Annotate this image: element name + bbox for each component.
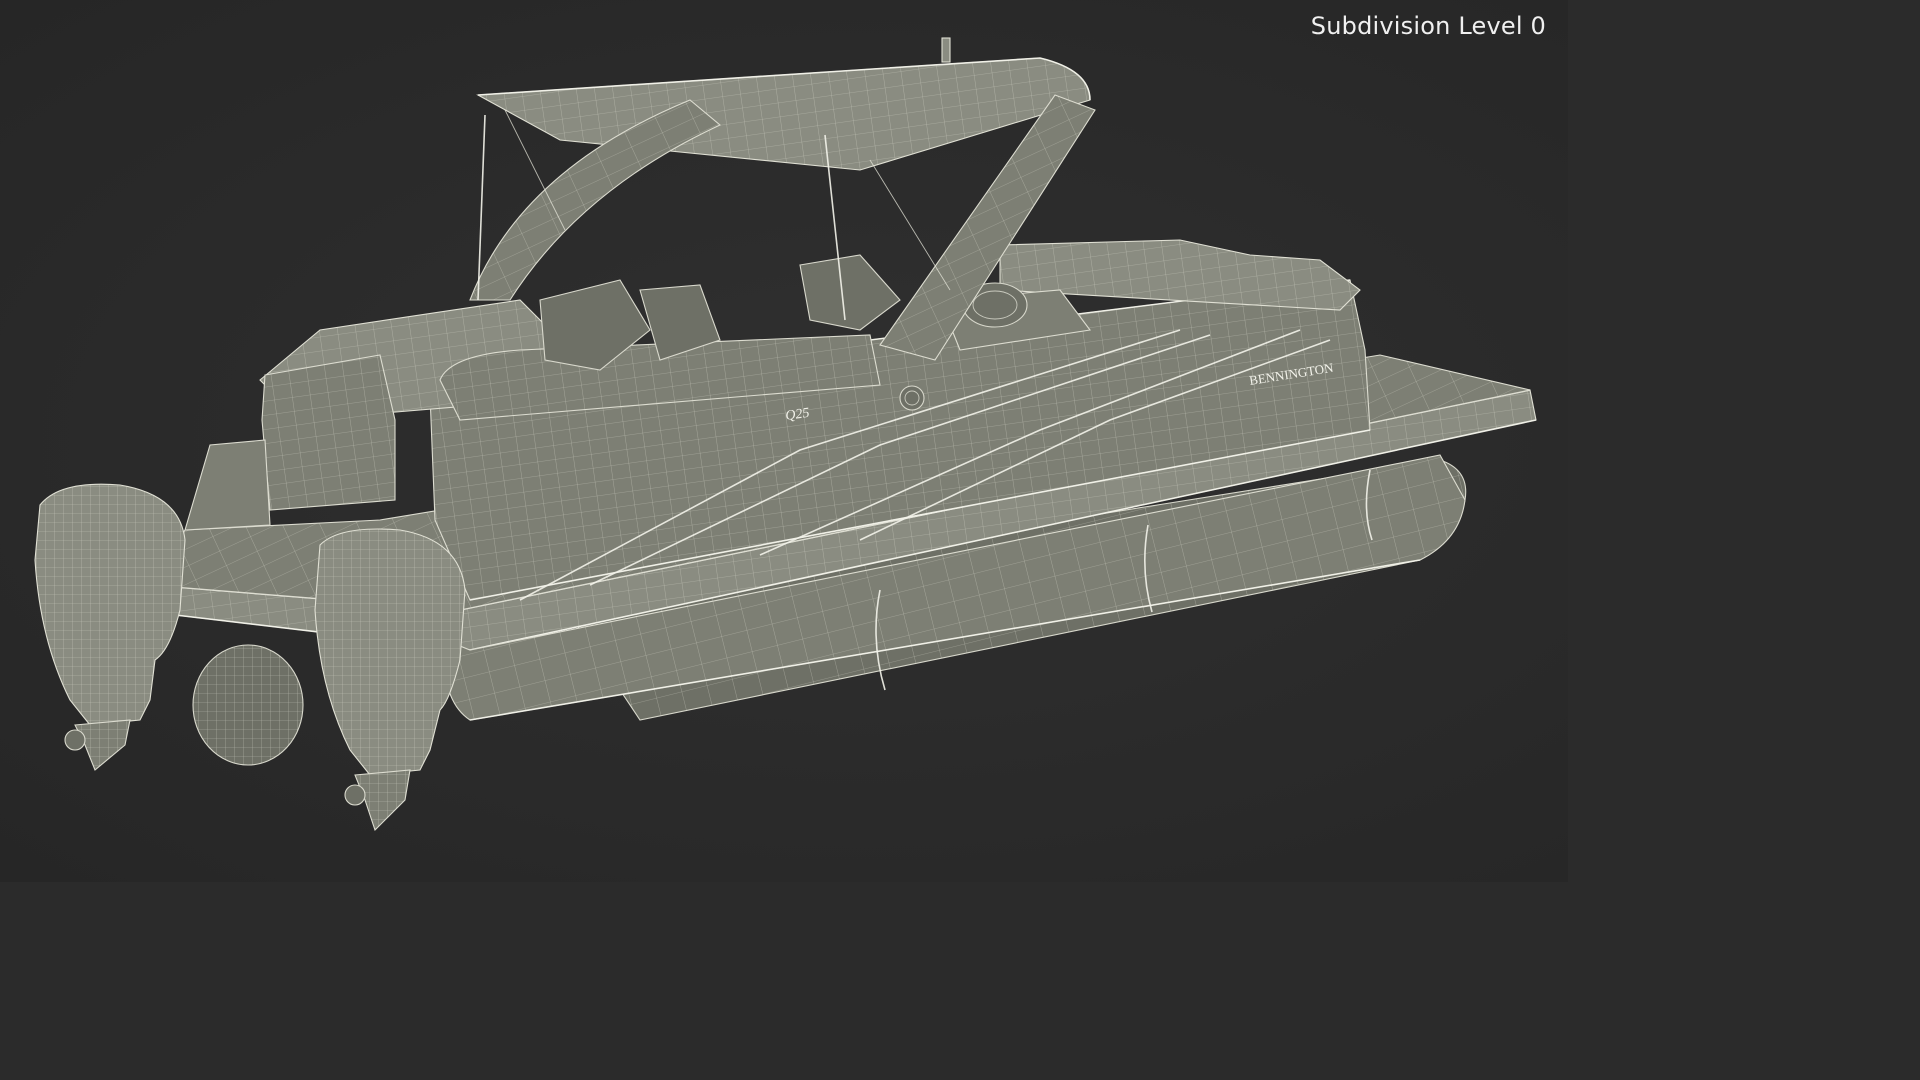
outboard-motor-left: [34, 483, 186, 771]
boat-wireframe-render: BENNINGTON Q25: [34, 37, 1537, 832]
render-viewport: Subdivision Level 0 BENNINGTON Q25: [0, 0, 1568, 882]
outboard-motor-right: [314, 528, 466, 832]
